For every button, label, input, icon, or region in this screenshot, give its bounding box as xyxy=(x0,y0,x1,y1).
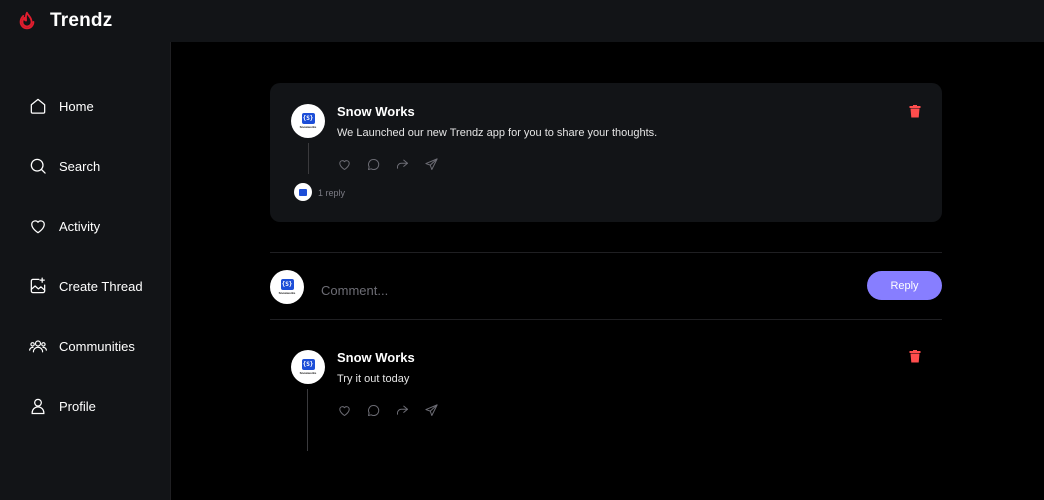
avatar-badge: {S} xyxy=(301,113,315,124)
sidebar-item-communities[interactable]: Communities xyxy=(28,334,135,358)
avatar-caption: Snowworks xyxy=(299,371,317,375)
sidebar-item-label: Activity xyxy=(59,218,101,234)
reply-icon[interactable] xyxy=(366,157,382,173)
user-icon xyxy=(31,398,45,415)
avatar[interactable]: {S} Snowworks xyxy=(270,270,304,304)
sidebar-item-label: Communities xyxy=(59,338,135,354)
comment-actions xyxy=(337,403,453,419)
repost-icon[interactable] xyxy=(395,403,411,419)
sidebar-item-home[interactable]: Home xyxy=(28,94,94,118)
delete-icon[interactable] xyxy=(909,350,921,363)
thread-content: We Launched our new Trendz app for you t… xyxy=(337,127,658,139)
create-thread-icon xyxy=(30,277,46,294)
thread-card: {S} Snowworks Snow Works We Launched our… xyxy=(270,83,942,222)
like-icon[interactable] xyxy=(337,403,353,419)
divider xyxy=(270,252,942,253)
share-icon[interactable] xyxy=(424,157,440,173)
sidebar-item-label: Profile xyxy=(59,398,96,414)
divider xyxy=(270,319,942,320)
avatar[interactable]: {S} Snowworks xyxy=(291,104,325,138)
delete-icon[interactable] xyxy=(909,105,921,118)
thread-line xyxy=(307,389,308,451)
flame-icon[interactable] xyxy=(16,10,38,32)
repost-icon[interactable] xyxy=(395,157,411,173)
sidebar-item-label: Search xyxy=(59,158,101,174)
reply-avatar xyxy=(294,183,312,201)
thread-line xyxy=(308,143,309,174)
thread-actions xyxy=(337,157,453,173)
share-icon[interactable] xyxy=(424,403,440,419)
comment-author[interactable]: Snow Works xyxy=(337,350,415,365)
comment-content: Try it out today xyxy=(337,373,410,385)
heart-icon xyxy=(31,220,45,234)
avatar-caption: Snowworks xyxy=(278,291,296,295)
thread-author[interactable]: Snow Works xyxy=(337,104,415,119)
reply-button[interactable]: Reply xyxy=(867,271,942,300)
avatar-caption: Snowworks xyxy=(299,125,317,129)
communities-icon xyxy=(29,340,47,353)
sidebar-item-activity[interactable]: Activity xyxy=(28,214,100,238)
brand-name[interactable]: Trendz xyxy=(50,10,112,32)
sidebar-item-create-thread[interactable]: Create Thread xyxy=(28,274,143,298)
avatar-badge: {S} xyxy=(280,279,294,290)
sidebar-item-label: Home xyxy=(59,98,94,114)
like-icon[interactable] xyxy=(337,157,353,173)
sidebar-item-profile[interactable]: Profile xyxy=(28,394,96,418)
reply-avatar-badge xyxy=(299,188,307,196)
sidebar-item-label: Create Thread xyxy=(59,278,143,294)
comment-input[interactable] xyxy=(321,279,841,301)
search-icon xyxy=(30,158,46,174)
reply-count[interactable]: 1 reply xyxy=(318,188,345,198)
left-sidebar: Home Search Activity Create Thread Commu… xyxy=(0,42,171,500)
avatar-badge: {S} xyxy=(301,359,315,370)
top-bar: Trendz xyxy=(0,0,1044,42)
sidebar-item-search[interactable]: Search xyxy=(28,154,100,178)
reply-icon[interactable] xyxy=(366,403,382,419)
home-icon xyxy=(30,98,46,114)
avatar[interactable]: {S} Snowworks xyxy=(291,350,325,384)
